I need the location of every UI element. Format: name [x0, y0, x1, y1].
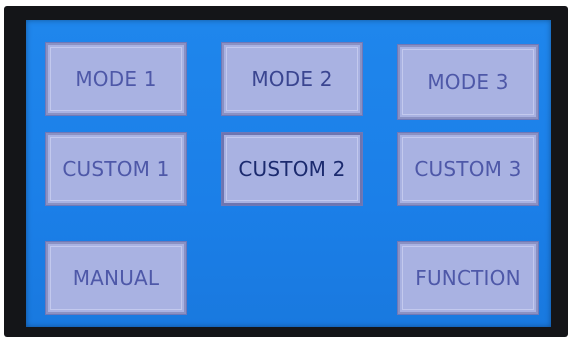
- custom-3-label: CUSTOM 3: [414, 157, 522, 181]
- custom-1-button[interactable]: CUSTOM 1: [46, 133, 186, 205]
- mode-1-label: MODE 1: [75, 67, 157, 91]
- manual-button[interactable]: MANUAL: [46, 242, 186, 314]
- custom-1-label: CUSTOM 1: [62, 157, 170, 181]
- custom-3-button[interactable]: CUSTOM 3: [398, 133, 538, 205]
- mode-1-button[interactable]: MODE 1: [46, 43, 186, 115]
- custom-2-button[interactable]: CUSTOM 2: [222, 133, 362, 205]
- mode-2-label: MODE 2: [251, 67, 333, 91]
- mode-3-label: MODE 3: [427, 70, 509, 94]
- mode-2-button[interactable]: MODE 2: [222, 43, 362, 115]
- custom-2-label: CUSTOM 2: [238, 157, 346, 181]
- mode-3-button[interactable]: MODE 3: [398, 45, 538, 119]
- function-label: FUNCTION: [415, 266, 521, 290]
- touch-screen: MODE 1 MODE 2 MODE 3 CUSTOM 1 CUSTOM 2 C…: [26, 20, 551, 327]
- manual-label: MANUAL: [72, 266, 160, 290]
- function-button[interactable]: FUNCTION: [398, 242, 538, 314]
